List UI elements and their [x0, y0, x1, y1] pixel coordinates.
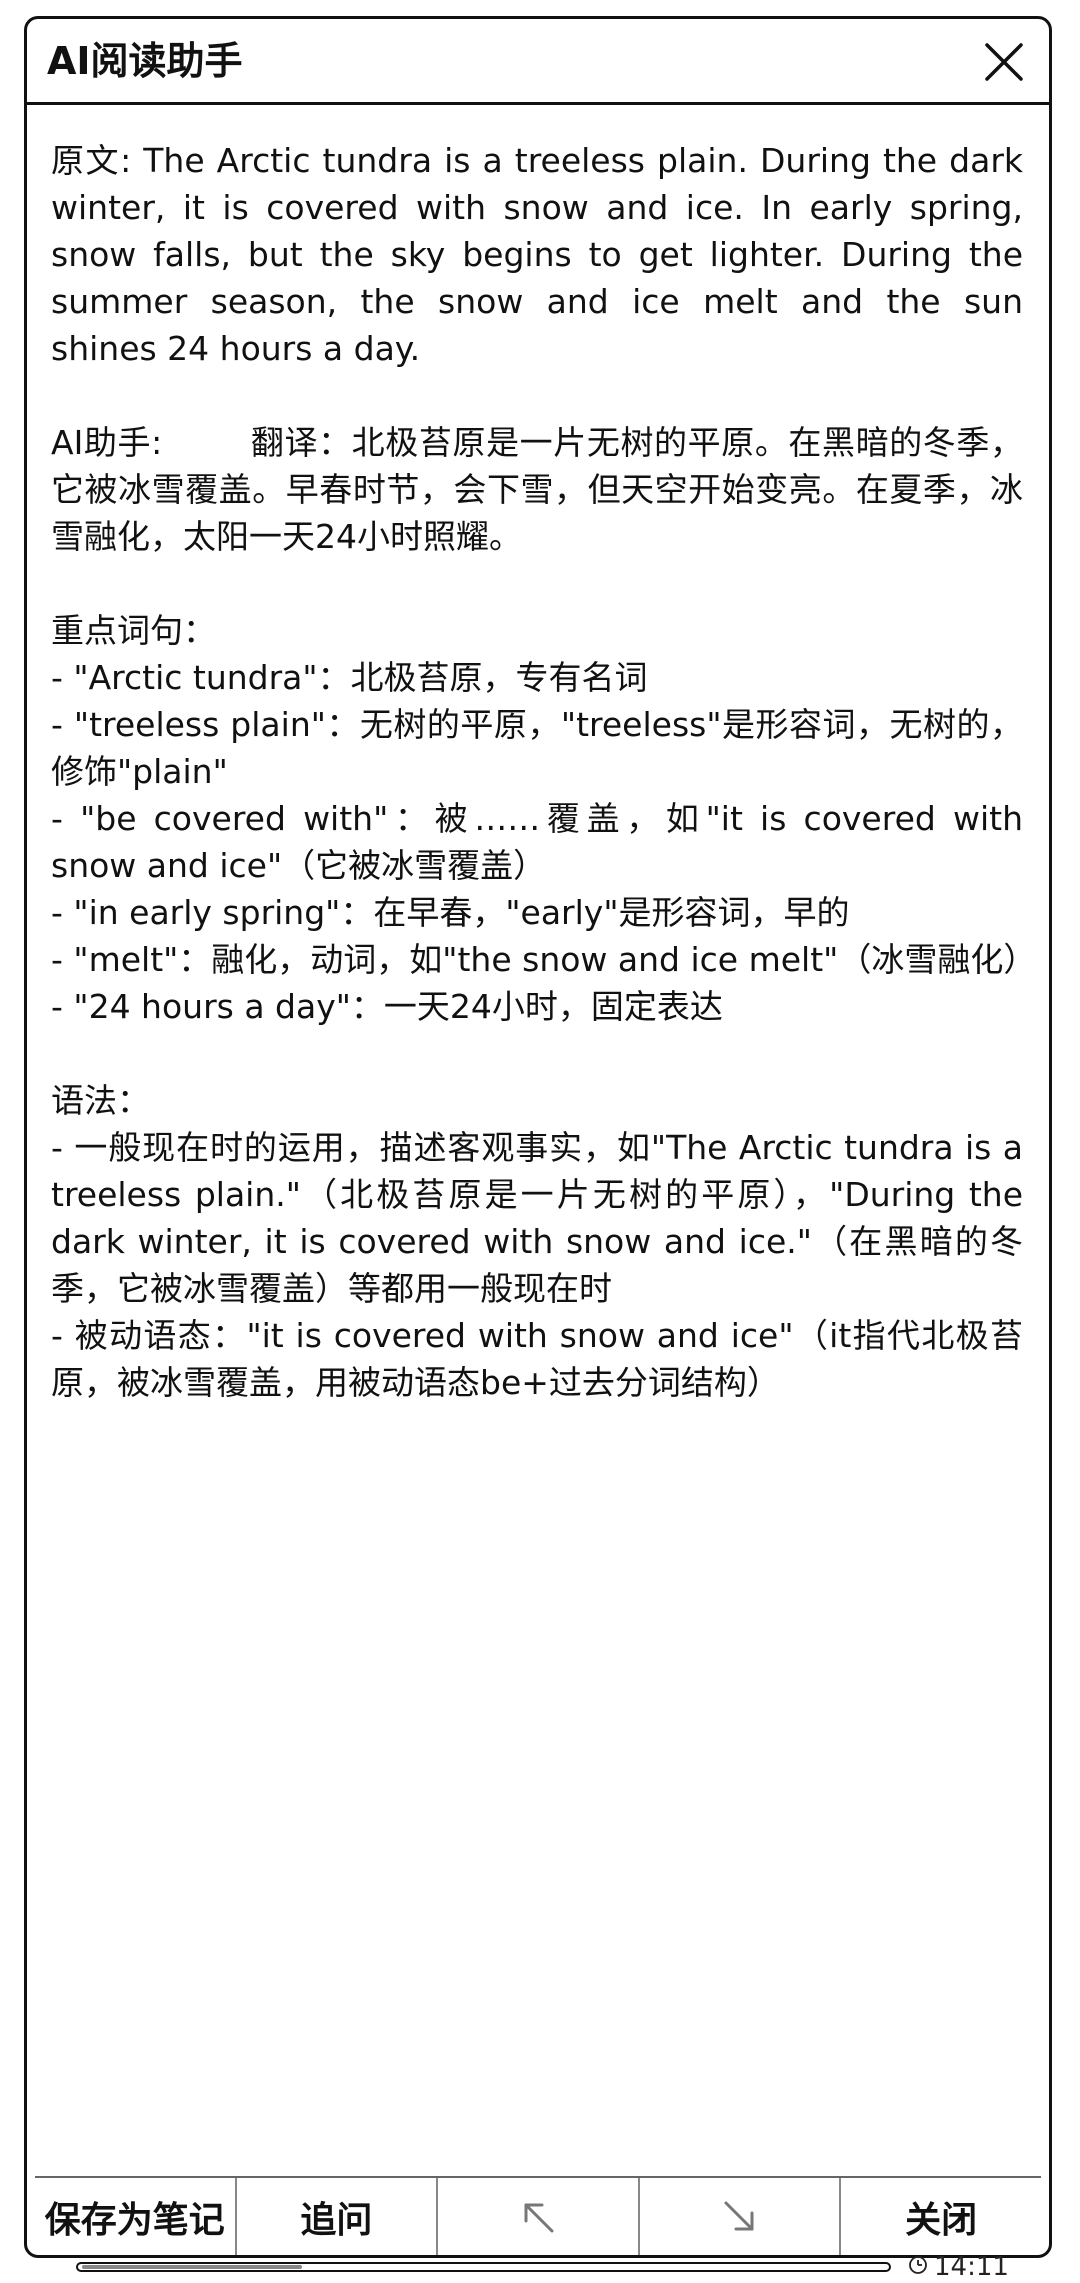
grammar-item: - 被动语态："it is covered with snow and ice"…	[51, 1316, 1023, 1402]
key-phrase-item: - "in early spring"：在早春，"early"是形容词，早的	[51, 893, 850, 932]
ai-translation: AI助手: 翻译：北极苔原是一片无树的平原。在黑暗的冬季，它被冰雪覆盖。早春时节…	[51, 423, 1023, 556]
dialog-toolbar: 保存为笔记 追问 关闭	[35, 2176, 1041, 2255]
status-clock: 14:11	[908, 2252, 1009, 2282]
clock-time: 14:11	[934, 2252, 1009, 2282]
arrow-up-left-icon	[518, 2197, 558, 2237]
key-phrase-item: - "24 hours a day"：一天24小时，固定表达	[51, 987, 723, 1026]
grammar-heading: 语法：	[51, 1081, 150, 1120]
key-phrase-item: - "be covered with"：被……覆盖，如"it is covere…	[51, 799, 1034, 885]
arrow-down-right-icon	[720, 2197, 760, 2237]
expand-button[interactable]	[438, 2178, 640, 2255]
key-phrase-item: - "melt"：融化，动词，如"the snow and ice melt"（…	[51, 940, 1037, 979]
assistant-response: 原文: The Arctic tundra is a treeless plai…	[51, 137, 1037, 1406]
scrollbar-thumb[interactable]	[82, 2265, 302, 2269]
grammar-item: - 一般现在时的运用，描述客观事实，如"The Arctic tundra is…	[51, 1128, 1034, 1308]
save-as-note-button[interactable]: 保存为笔记	[35, 2178, 237, 2255]
clock-icon	[908, 2252, 934, 2282]
dialog-header: AI阅读助手	[27, 19, 1049, 105]
ai-reading-assistant-dialog: AI阅读助手 原文: The Arctic tundra is a treele…	[24, 16, 1052, 2258]
background-page-edge	[0, 0, 24, 2283]
close-button[interactable]: 关闭	[841, 2178, 1041, 2255]
key-phrases-heading: 重点词句：	[51, 611, 216, 650]
follow-up-button[interactable]: 追问	[237, 2178, 439, 2255]
key-phrase-item: - "treeless plain"：无树的平原，"treeless"是形容词，…	[51, 705, 1023, 791]
key-phrase-item: - "Arctic tundra"：北极苔原，专有名词	[51, 658, 648, 697]
collapse-button[interactable]	[640, 2178, 842, 2255]
reading-progress-scrollbar[interactable]	[76, 2262, 891, 2272]
dialog-title: AI阅读助手	[47, 39, 243, 83]
close-icon[interactable]	[981, 39, 1027, 85]
original-text: 原文: The Arctic tundra is a treeless plai…	[51, 141, 1034, 368]
